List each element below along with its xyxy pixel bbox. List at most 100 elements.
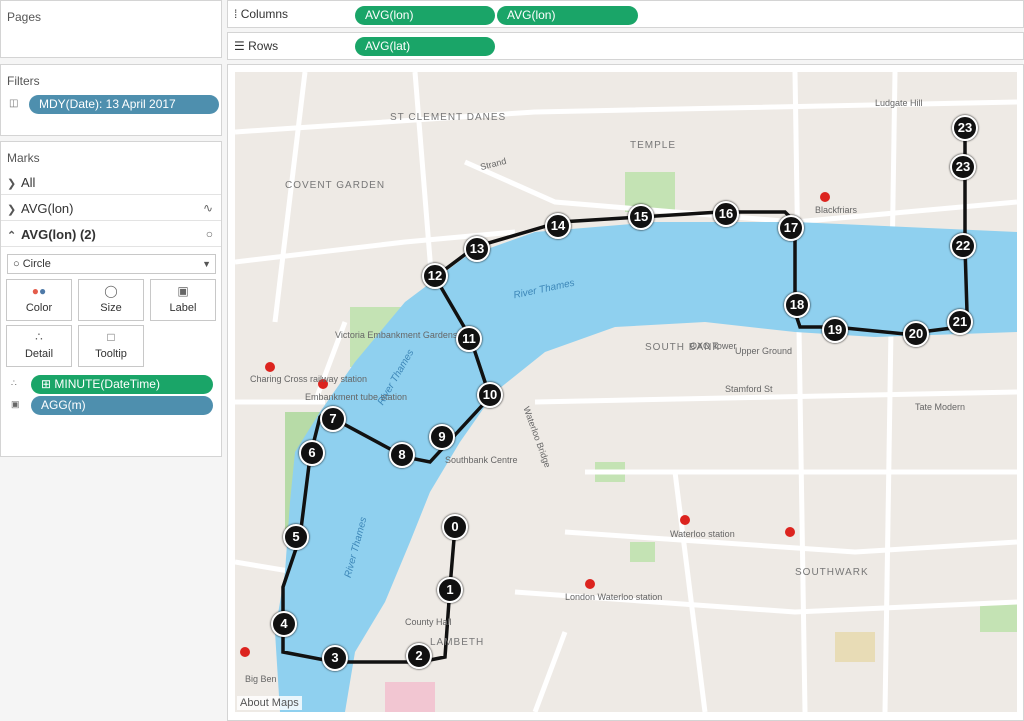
route-marker[interactable]: 10 [477,382,503,408]
dropdown-arrow-icon: ▼ [202,259,211,269]
tube-station-icon [785,527,795,537]
chevron-right-icon: ❯ [7,204,17,216]
map-label: Southbank Centre [445,455,518,465]
detail-button[interactable]: ∴ Detail [6,325,72,367]
map-label: ST CLEMENT DANES [390,112,507,123]
route-marker[interactable]: 2 [406,643,432,669]
tableau-workspace: Pages Filters ◫ MDY(Date): 13 April 2017… [0,0,1024,721]
tooltip-icon: □ [107,330,115,344]
rows-shelf-label: ☰ Rows [234,39,279,53]
route-marker[interactable]: 14 [545,213,571,239]
rail-station-icon [585,579,595,589]
map-label: SOUTHWARK [795,567,869,578]
map-label: TEMPLE [630,140,677,151]
column-pill-1[interactable]: AVG(lon) [355,6,495,25]
route-marker[interactable]: 11 [456,326,482,352]
tube-station-icon [820,192,830,202]
river-thames [275,222,1017,712]
tube-station-icon [240,647,250,657]
map-label: Upper Ground [735,346,793,356]
route-marker[interactable]: 17 [778,215,804,241]
circle-mark-icon: ○ [205,227,213,241]
map-label: County Hall [405,617,452,627]
map-label: Stamford St [725,384,773,394]
route-marker[interactable]: 21 [947,309,973,335]
map-label: Ludgate Hill [875,98,923,108]
route-marker[interactable]: 16 [713,201,739,227]
filter-row[interactable]: ◫ MDY(Date): 13 April 2017 [7,95,219,115]
route-marker[interactable]: 23 [952,115,978,141]
filter-pill-date[interactable]: MDY(Date): 13 April 2017 [29,95,219,114]
route-marker[interactable]: 15 [628,204,654,230]
marks-layer-all[interactable]: ❯ All [1,170,221,195]
pages-title: Pages [7,10,42,24]
columns-shelf[interactable]: ⁞ Columns AVG(lon) AVG(lon) [227,0,1024,28]
map-label: Tate Modern [915,402,966,412]
route-marker[interactable]: 6 [299,440,325,466]
map-view[interactable]: ST CLEMENT DANES TEMPLE COVENT GARDEN SO… [235,72,1017,712]
rows-shelf[interactable]: ☰ Rows AVG(lat) [227,32,1024,60]
mark-type-select[interactable]: ○ Circle ▼ [7,254,216,274]
route-marker[interactable]: 8 [389,442,415,468]
route-marker[interactable]: 20 [903,321,929,347]
park-area [980,602,1017,632]
about-maps-link[interactable]: About Maps [237,696,302,710]
filters-card[interactable]: Filters ◫ MDY(Date): 13 April 2017 [0,64,222,136]
map-label: Charing Cross railway station [250,374,368,384]
line-mark-icon: ∿ [202,201,213,215]
tooltip-button[interactable]: □ Tooltip [78,325,144,367]
expand-plus-icon: ⊞ [41,377,52,391]
columns-shelf-label: ⁞ Columns [234,7,289,21]
label-button[interactable]: ▣ Label [150,279,216,321]
detail-icon: ∴ [11,378,17,388]
route-marker[interactable]: 23 [950,154,976,180]
park-area [630,542,655,562]
map-label: Big Ben [245,674,277,684]
rail-station-icon [680,515,690,525]
route-marker[interactable]: 22 [950,233,976,259]
map-label: Waterloo station [670,529,735,539]
row-pill-1[interactable]: AVG(lat) [355,37,495,56]
map-label: London Waterloo station [565,592,663,602]
route-marker[interactable]: 4 [271,611,297,637]
color-button[interactable]: ●● Color [6,279,72,321]
circle-icon: ○ [13,258,20,270]
field-pill-agg-m[interactable]: AGG(m) [31,396,213,415]
park-area [835,632,875,662]
hospital-area [385,682,435,712]
route-marker[interactable]: 12 [422,263,448,289]
route-marker[interactable]: 9 [429,424,455,450]
marks-field-row-detail[interactable]: ∴ ⊞ MINUTE(DateTime) [11,375,216,395]
marks-layer-avg-lon-2[interactable]: ⌃ AVG(lon) (2) ○ [1,222,221,247]
size-button[interactable]: ◯ Size [78,279,144,321]
marks-field-row-label[interactable]: ▣ AGG(m) [11,396,216,416]
chevron-right-icon: ❯ [7,178,17,190]
database-icon: ◫ [9,98,19,109]
route-marker[interactable]: 1 [437,577,463,603]
pages-card[interactable]: Pages [0,0,222,58]
column-pill-2[interactable]: AVG(lon) [497,6,638,25]
route-marker[interactable]: 3 [322,645,348,671]
map-label: Embankment tube station [305,392,408,402]
route-marker[interactable]: 7 [320,406,346,432]
map-label: Blackfriars [815,205,858,215]
field-pill-minute[interactable]: ⊞ MINUTE(DateTime) [31,375,213,394]
map-label: COVENT GARDEN [285,180,386,191]
rows-icon: ☰ [234,39,245,53]
label-icon: ▣ [177,284,189,298]
detail-icon: ∴ [35,330,43,344]
map-label: OXO Tower [690,341,737,351]
size-icon: ◯ [104,284,118,298]
route-marker[interactable]: 5 [283,524,309,550]
route-marker[interactable]: 18 [784,292,810,318]
route-marker[interactable]: 19 [822,317,848,343]
rail-station-icon [265,362,275,372]
map-label: LAMBETH [430,637,485,648]
marks-card: Marks ❯ All ❯ AVG(lon) ∿ ⌃ AVG(lon) (2) ○ ○… [0,141,222,457]
color-palette-icon: ●● [31,284,47,298]
chevron-down-icon: ⌃ [7,230,17,242]
marks-layer-avg-lon[interactable]: ❯ AVG(lon) ∿ [1,196,221,221]
filters-title: Filters [7,74,40,88]
route-marker[interactable]: 0 [442,514,468,540]
route-marker[interactable]: 13 [464,236,490,262]
